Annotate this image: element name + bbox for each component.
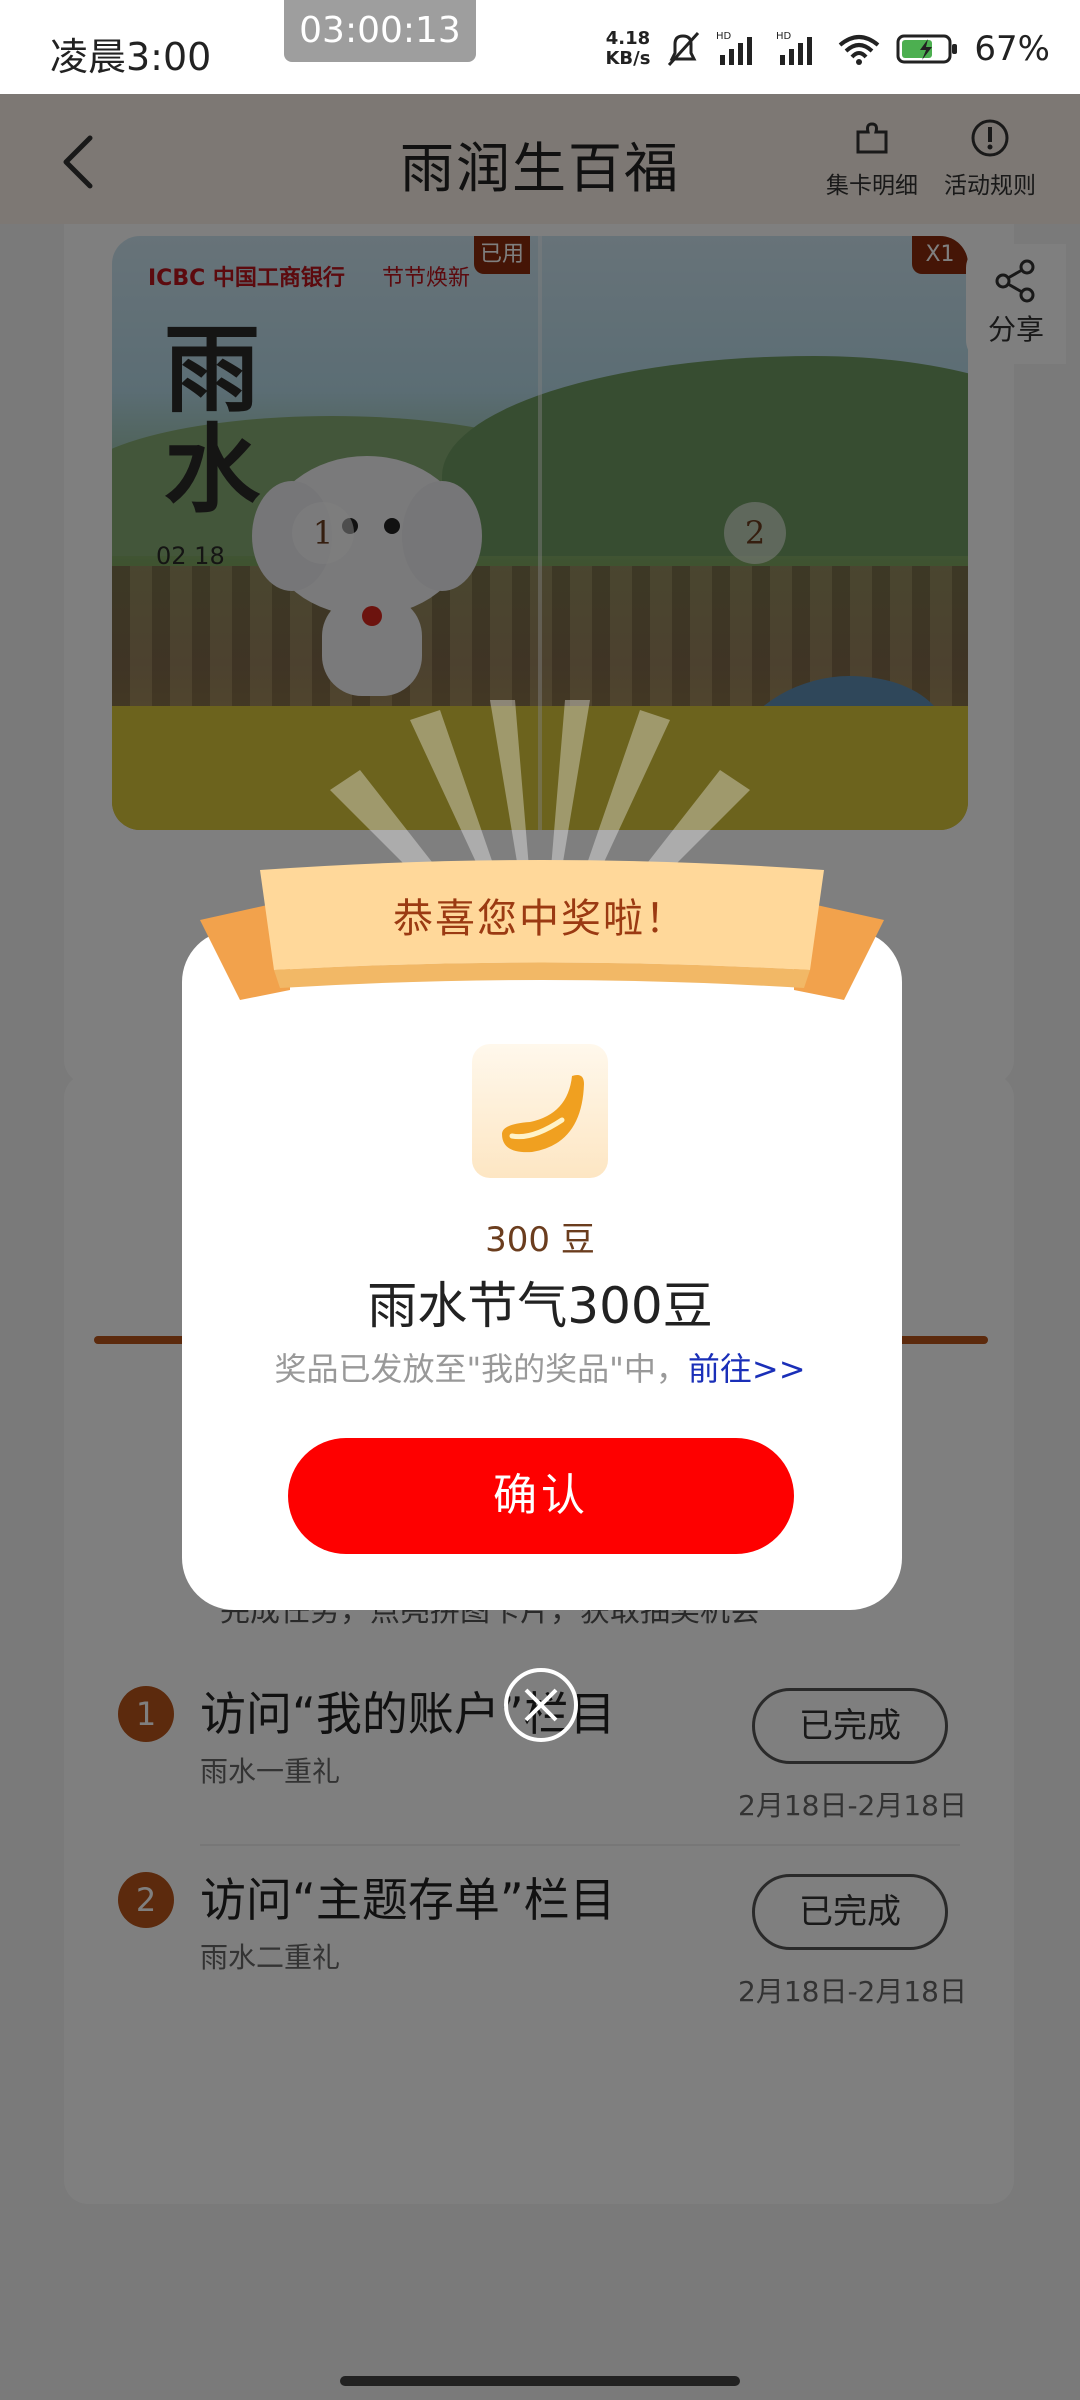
- svg-text:HD: HD: [776, 31, 792, 42]
- signal-icon: HD: [716, 31, 753, 65]
- screen-record-timer[interactable]: 03:00:13: [284, 0, 476, 62]
- network-speed-value: 4.18: [605, 28, 651, 49]
- wifi-icon: [839, 35, 880, 65]
- bean-icon: [502, 1075, 584, 1153]
- network-speed: 4.18 KB/s: [605, 29, 650, 69]
- mute-bell-icon: [668, 31, 700, 67]
- close-icon[interactable]: [502, 1666, 580, 1744]
- goto-my-prizes-link[interactable]: 前往>>: [688, 1350, 806, 1388]
- confirm-button[interactable]: 确认: [288, 1438, 794, 1554]
- prize-note-text: 奖品已发放至"我的奖品"中，: [274, 1350, 688, 1388]
- prize-name: 雨水节气300豆: [367, 1277, 713, 1335]
- prize-note: 奖品已发放至"我的奖品"中，前往>>: [0, 1344, 1080, 1390]
- status-bar: 凌晨3:00 03:00:13 4.18 KB/s HD HD 67%: [0, 0, 1080, 94]
- signal-icon-2: HD: [776, 31, 813, 65]
- svg-text:HD: HD: [716, 31, 732, 42]
- network-speed-unit: KB/s: [605, 48, 651, 69]
- status-time: 凌晨3:00: [50, 35, 212, 79]
- status-icons: 4.18 KB/s HD HD 67%: [605, 24, 1050, 74]
- congrats-title: 恭喜您中奖啦！: [393, 896, 687, 942]
- battery-icon: [896, 34, 958, 64]
- battery-percent: 67%: [974, 29, 1050, 69]
- bean-prize-icon-box: [472, 1044, 608, 1178]
- home-indicator[interactable]: [340, 2376, 740, 2386]
- prize-quantity: 300 豆: [485, 1220, 595, 1260]
